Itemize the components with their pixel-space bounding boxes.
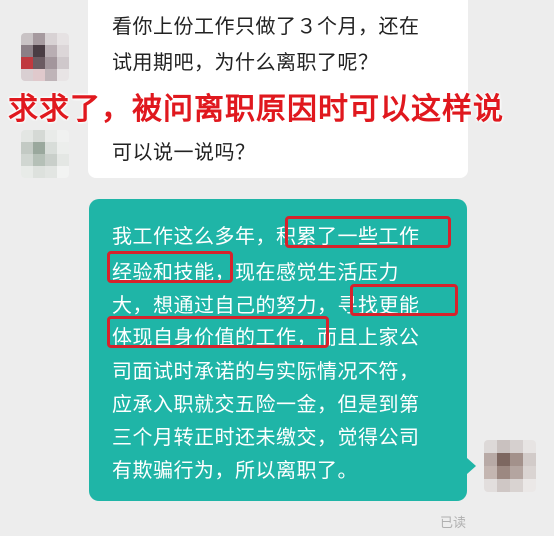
outgoing-message-line: 三个月转正时还未缴交，觉得公司 [112, 425, 420, 449]
highlight-box [285, 216, 451, 248]
contact-avatar[interactable] [21, 130, 69, 178]
outgoing-message-line: 司面试时承诺的与实际情况不符， [112, 359, 420, 383]
user-avatar[interactable] [484, 440, 536, 492]
chat-area: 看你上份工作只做了３个月，还在 试用期吧，为什么离职了呢？ 可以说一说吗？ 求求… [0, 0, 554, 536]
highlight-box [350, 284, 458, 316]
read-status: 已读 [440, 516, 467, 531]
outgoing-message-line: 有欺骗行为，所以离职了。 [112, 458, 358, 482]
incoming-message-line: 试用期吧，为什么离职了呢？ [112, 50, 379, 74]
highlight-box [107, 251, 233, 283]
incoming-message-line: 看你上份工作只做了３个月，还在 [112, 14, 420, 38]
incoming-message-line: 可以说一说吗？ [112, 140, 256, 164]
bubble-tail [467, 458, 476, 474]
outgoing-message-line: 应承入职就交五险一金，但是到第 [112, 392, 420, 416]
overlay-headline: 求求了，被问离职原因时可以这样说 [8, 92, 504, 127]
contact-avatar[interactable] [21, 33, 69, 81]
highlight-box [107, 316, 329, 348]
